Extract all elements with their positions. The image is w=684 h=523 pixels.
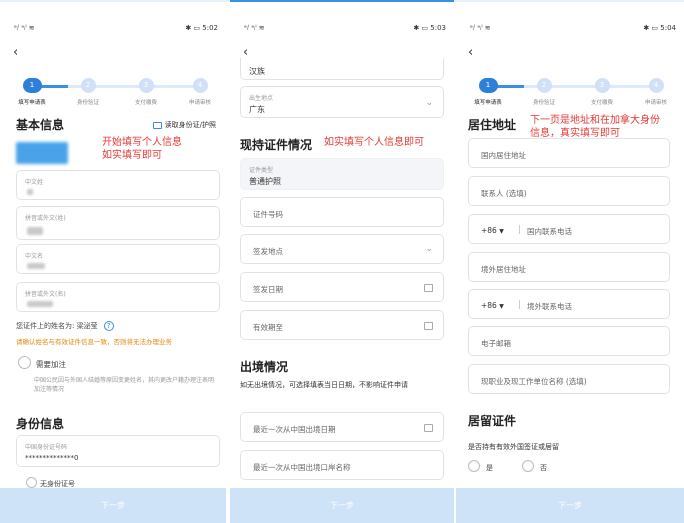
screen-basic-info: ᵃᵢˡ ᵃᵢˡ ≋ ✱ ▭ 5:02 ‹ 1 填写申请表 2 身份验证 3 支付缴费 … [0,2,226,523]
screen-residence-info: ᵃᵢˡ ᵃᵢˡ ≋ ✱ ▭ 5:04 ‹ 1 填写申请表 2 身份验证 3 支付缴费 … [456,2,684,523]
help-icon[interactable]: ? [103,321,114,331]
progress-steps: 1 填写申请表 2 身份验证 3 支付缴费 4 申请审核 [6,76,222,108]
chevron-down-icon: ⌄ [425,98,433,108]
name-warning: 请确认姓名与有效证件信息一致，否则将无法办理业务 [16,338,172,346]
id-card-icon [152,121,162,129]
screen-certificate-info: ᵃᵢˡ ᵃᵢˡ ≋ ✱ ▭ 5:03 ‹ 汉族 出生地点 广东 ⌄ 现持证件情况… [230,2,454,523]
surname-cn-field[interactable]: 中文姓 [16,170,220,200]
country-code-select[interactable]: +86 ▼ [481,301,504,310]
chevron-down-icon: ⌄ [425,244,433,254]
next-button[interactable]: 下一步 [230,488,454,523]
given-name-pinyin-field[interactable]: 拼音或外文(名) [16,282,220,312]
last-exit-port-field[interactable]: 最近一次从中国出境口岸名称 [240,450,444,480]
domestic-phone-field[interactable]: +86 ▼ 国内联系电话 [468,214,670,244]
status-bar: ᵃᵢˡ ᵃᵢˡ ≋ ✱ ▭ 5:04 [456,24,684,38]
no-id-checkbox[interactable] [26,477,37,488]
back-button[interactable]: ‹ [13,46,18,60]
progress-steps: 1 填写申请表 2 身份验证 3 支付缴费 4 申请审核 [462,76,680,108]
section-title-exit: 出境情况 [240,360,289,374]
section-title-residence: 居住地址 [468,118,517,132]
status-right: ✱ ▭ 5:02 [185,24,218,32]
birthplace-field[interactable]: 出生地点 广东 ⌄ [240,86,444,118]
status-right: ✱ ▭ 5:04 [643,24,676,32]
residency-no-radio[interactable] [522,460,534,472]
residency-question: 是否持有有效外国签证或居留 [468,443,559,451]
name-display: 您证件上的姓名为: 梁泌莹? [16,321,114,331]
issue-place-field[interactable]: 签发地点 ⌄ [240,234,444,264]
residency-no-label: 否 [540,464,547,472]
residency-yes-radio[interactable] [468,460,480,472]
caret-down-icon: ▼ [499,228,504,235]
section-title-basic: 基本信息 [16,118,65,132]
section-title-residency: 居留证件 [468,414,517,428]
signal-icon: ᵃᵢˡ ᵃᵢˡ ≋ [470,24,491,32]
occupation-field[interactable]: 现职业及现工作单位名称 (选填) [468,364,670,394]
calendar-icon [424,322,433,330]
need-add-label: 需要加注 [36,360,66,369]
signal-icon: ᵃᵢˡ ᵃᵢˡ ≋ [14,24,35,32]
step-2: 2 身份验证 [518,76,570,106]
residency-yes-label: 是 [486,464,493,472]
need-add-checkbox[interactable] [18,356,31,369]
step-1: 1 填写申请表 [6,76,58,106]
overseas-address-field[interactable]: 境外居住地址 [468,252,670,282]
calendar-icon [424,284,433,292]
calendar-icon [424,424,433,432]
status-bar: ᵃᵢˡ ᵃᵢˡ ≋ ✱ ▭ 5:02 [0,24,226,38]
annotation-note: 开始填写个人信息 如实填写即可 [102,137,182,161]
contact-person-field[interactable]: 联系人 (选填) [468,176,670,206]
step-1: 1 填写申请表 [462,76,514,106]
id-number-field[interactable]: 中国身份证号码 **************0 [16,435,220,467]
back-button[interactable]: ‹ [468,46,473,60]
step-4: 4 申请审核 [630,76,682,106]
overseas-phone-field[interactable]: +86 ▼ 境外联系电话 [468,289,670,319]
status-right: ✱ ▭ 5:03 [413,24,446,32]
step-3: 3 支付缴费 [120,76,172,106]
caret-down-icon: ▼ [499,303,504,310]
cert-type-field[interactable]: 证件类型 普通护照 [240,158,444,190]
surname-pinyin-field[interactable]: 拼音或外文(姓) [16,206,220,240]
email-field[interactable]: 电子邮箱 [468,326,670,356]
section-title-id: 身份信息 [16,417,65,431]
given-name-cn-field[interactable]: 中文名 [16,244,220,274]
signal-icon: ᵃᵢˡ ᵃᵢˡ ≋ [244,24,265,32]
section-title-cert: 现持证件情况 [240,138,313,152]
valid-until-field[interactable]: 有效期至 [240,310,444,340]
country-code-select[interactable]: +86 ▼ [481,226,504,235]
read-id-button[interactable]: 读取身份证/护照 [152,120,216,130]
step-2: 2 身份验证 [62,76,114,106]
domestic-address-field[interactable]: 国内居住地址 [468,138,670,168]
cert-number-field[interactable]: 证件号码 [240,197,444,227]
last-exit-date-field[interactable]: 最近一次从中国出境日期 [240,412,444,442]
step-4: 4 申请审核 [174,76,226,106]
next-button[interactable]: 下一步 [0,488,226,523]
annotation-note: 下一页是地址和在加拿大身份 信息，真实填写即可 [530,115,660,139]
ethnicity-field[interactable]: 汉族 [240,58,444,80]
next-button[interactable]: 下一步 [456,488,684,523]
annotation-note: 如实填写个人信息即可 [324,137,424,148]
need-add-description: 中国公民因与外国人结婚等原因变更姓名，其内更改户籍办理注表明加注等情况 [34,377,215,393]
avatar [16,142,68,164]
exit-description: 如无出境情况，可选择填表当日日期，不影响证件申请 [240,381,408,389]
status-bar: ᵃᵢˡ ᵃᵢˡ ≋ ✱ ▭ 5:03 [230,24,454,38]
step-3: 3 支付缴费 [576,76,628,106]
issue-date-field[interactable]: 签发日期 [240,272,444,302]
